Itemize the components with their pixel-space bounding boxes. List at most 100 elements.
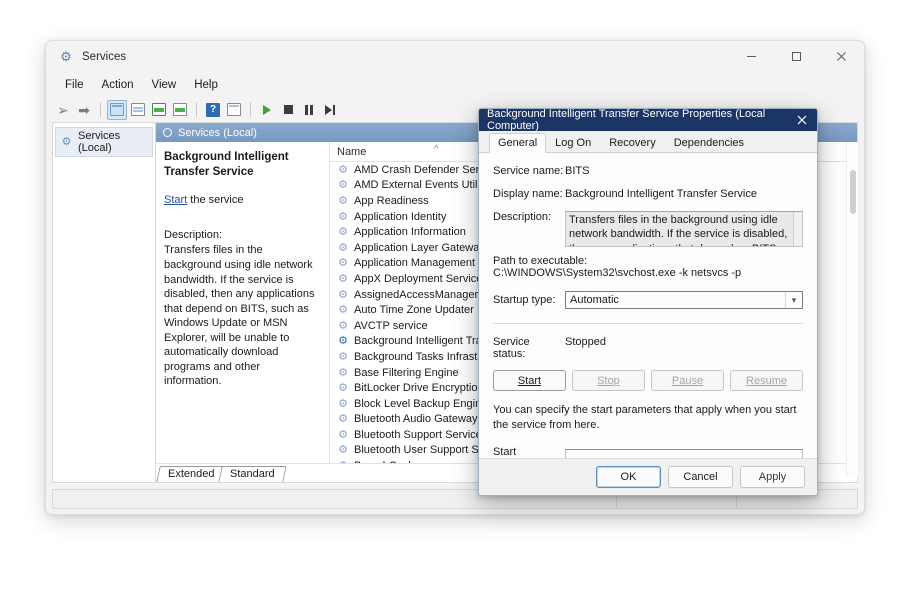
tab-extended-label: Extended — [168, 468, 215, 480]
console-tree-pane: ⚙ Services (Local) — [53, 123, 156, 482]
description-text: Transfers files in the background using … — [164, 244, 315, 388]
dialog-title-bar: Background Intelligent Transfer Service … — [479, 109, 817, 132]
services-node-icon: ⚙ — [61, 135, 72, 148]
start-button-label: Start — [517, 374, 542, 387]
list-item-label: App Readiness — [354, 194, 429, 207]
toolbar-separator-1 — [100, 102, 101, 117]
help-icon[interactable]: ? — [203, 100, 223, 120]
pause-button-label: Pause — [671, 374, 704, 387]
path-to-executable-label: Path to executable: — [493, 255, 588, 267]
service-icon: ⚙ — [338, 366, 348, 379]
service-properties-dialog: Background Intelligent Transfer Service … — [478, 108, 818, 496]
show-hide-action-pane-icon[interactable] — [224, 100, 244, 120]
forward-arrow-icon[interactable]: ➡ — [74, 100, 94, 120]
export-list-icon[interactable] — [170, 100, 190, 120]
service-name-value: BITS — [565, 165, 590, 177]
startup-type-label: Startup type: — [493, 294, 556, 306]
tab-dependencies[interactable]: Dependencies — [665, 133, 753, 153]
window-vertical-scrollbar[interactable] — [846, 142, 858, 477]
list-item-label: Application Management — [354, 257, 476, 270]
path-to-executable-value: C:\WINDOWS\System32\svchost.exe -k netsv… — [493, 267, 742, 279]
maximize-icon[interactable] — [774, 41, 819, 72]
service-icon: ⚙ — [338, 257, 348, 270]
properties-icon[interactable] — [128, 100, 148, 120]
service-icon: ⚙ — [337, 460, 349, 463]
tab-extended[interactable]: Extended — [156, 466, 227, 482]
list-item-label: BranchCache — [354, 460, 421, 463]
display-name-row: Display name: Background Intelligent Tra… — [493, 188, 803, 200]
cancel-button[interactable]: Cancel — [668, 466, 733, 488]
pause-button: Pause — [651, 370, 724, 391]
menu-action[interactable]: Action — [93, 76, 143, 94]
service-icon: ⚙ — [338, 335, 348, 348]
list-item-label: Auto Time Zone Updater — [354, 304, 474, 317]
service-icon: ⚙ — [338, 397, 348, 410]
restart-service-icon[interactable] — [320, 100, 340, 120]
services-node-icon — [163, 128, 172, 137]
services-gear-icon: ⚙ — [60, 48, 72, 64]
service-status-row: Service status: Stopped — [493, 336, 803, 360]
back-arrow-icon[interactable]: ➢ — [53, 100, 73, 120]
start-parameters-hint: You can specify the start parameters tha… — [493, 404, 797, 431]
start-service-icon[interactable] — [257, 100, 277, 120]
scrollbar-thumb[interactable] — [850, 170, 856, 214]
menu-view[interactable]: View — [143, 76, 186, 94]
startup-type-select[interactable]: Automatic ▾ — [565, 291, 803, 309]
toolbar-separator-3 — [250, 102, 251, 117]
tab-standard[interactable]: Standard — [218, 466, 287, 482]
service-icon: ⚙ — [338, 413, 348, 426]
close-icon[interactable] — [819, 41, 864, 72]
caption-buttons — [729, 41, 864, 72]
service-icon: ⚙ — [338, 304, 348, 317]
start-button[interactable]: Start — [493, 370, 566, 391]
service-icon: ⚙ — [338, 226, 348, 239]
service-icon: ⚙ — [338, 194, 348, 207]
sort-ascending-caret: ^ — [434, 144, 439, 155]
description-row: Description: Transfers files in the back… — [493, 211, 803, 247]
tab-general[interactable]: General — [489, 133, 547, 153]
tab-recovery[interactable]: Recovery — [600, 133, 664, 153]
service-control-buttons: Start Stop Pause Resume — [493, 370, 803, 391]
resume-button: Resume — [730, 370, 803, 391]
list-item-label: Bluetooth Support Service — [354, 428, 482, 441]
menu-file[interactable]: File — [56, 76, 93, 94]
service-icon: ⚙ — [338, 210, 348, 223]
service-icon: ⚙ — [338, 444, 348, 457]
description-textarea[interactable]: Transfers files in the background using … — [565, 211, 803, 247]
minimize-icon[interactable] — [729, 41, 774, 72]
tab-standard-label: Standard — [230, 468, 276, 480]
service-icon: ⚙ — [338, 272, 348, 285]
tree-node-services-local[interactable]: ⚙ Services (Local) — [55, 127, 153, 157]
selected-service-title: Background Intelligent Transfer Service — [164, 151, 289, 178]
description-scrollbar[interactable] — [793, 212, 802, 246]
apply-button[interactable]: Apply — [740, 466, 805, 488]
service-status-label: Service status: — [493, 336, 530, 360]
column-header-label: Name — [337, 145, 367, 158]
resume-button-label: Resume — [746, 374, 787, 387]
menu-help[interactable]: Help — [185, 76, 227, 94]
description-textarea-value: Transfers files in the background using … — [569, 214, 788, 246]
stop-button: Stop — [572, 370, 645, 391]
service-description-column: Background Intelligent Transfer Service … — [156, 142, 330, 463]
close-icon[interactable] — [787, 109, 817, 131]
ok-button[interactable]: OK — [596, 466, 661, 488]
tab-log-on[interactable]: Log On — [546, 133, 600, 153]
service-icon: ⚙ — [338, 382, 348, 395]
list-item-label: Application Identity — [354, 210, 447, 223]
stop-service-icon[interactable] — [278, 100, 298, 120]
service-icon: ⚙ — [338, 288, 348, 301]
service-icon: ⚙ — [338, 350, 348, 363]
start-service-line: Start the service — [164, 193, 319, 208]
dialog-tabs: General Log On Recovery Dependencies — [479, 131, 817, 153]
service-name-row: Service name: BITS — [493, 165, 803, 177]
pause-service-icon[interactable] — [299, 100, 319, 120]
list-item-label: Application Information — [354, 226, 466, 239]
start-service-link[interactable]: Start — [164, 194, 187, 206]
dialog-footer: OK Cancel Apply — [479, 458, 817, 495]
show-hide-console-tree-icon[interactable] — [107, 99, 127, 120]
chevron-down-icon[interactable]: ▾ — [785, 292, 802, 308]
refresh-icon[interactable] — [149, 100, 169, 120]
list-item-label: AMD External Events Utility — [354, 179, 489, 192]
toolbar-separator-2 — [196, 102, 197, 117]
startup-type-row: Startup type: Automatic ▾ — [493, 291, 803, 309]
